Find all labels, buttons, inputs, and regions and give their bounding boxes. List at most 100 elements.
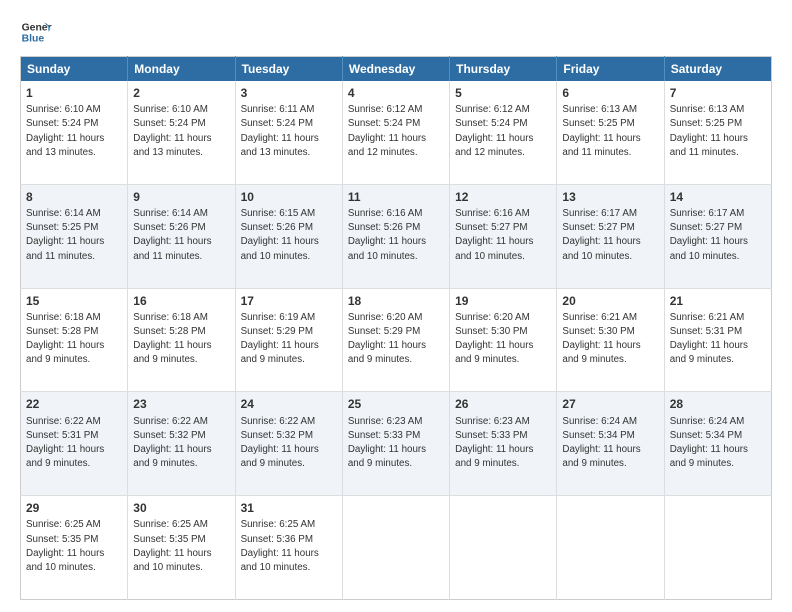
day-number: 23 xyxy=(133,396,229,412)
day-number: 29 xyxy=(26,500,122,516)
cell-text: Sunrise: 6:22 AMSunset: 5:32 PMDaylight:… xyxy=(133,416,211,470)
day-number: 27 xyxy=(562,396,658,412)
cell-text: Sunrise: 6:23 AMSunset: 5:33 PMDaylight:… xyxy=(348,416,426,470)
calendar-cell: 4 Sunrise: 6:12 AMSunset: 5:24 PMDayligh… xyxy=(342,81,449,184)
calendar-cell: 28 Sunrise: 6:24 AMSunset: 5:34 PMDaylig… xyxy=(664,392,771,496)
calendar-week-row: 8 Sunrise: 6:14 AMSunset: 5:25 PMDayligh… xyxy=(21,184,772,288)
day-number: 7 xyxy=(670,85,766,101)
day-number: 10 xyxy=(241,189,337,205)
calendar-cell: 11 Sunrise: 6:16 AMSunset: 5:26 PMDaylig… xyxy=(342,184,449,288)
day-number: 15 xyxy=(26,293,122,309)
cell-text: Sunrise: 6:12 AMSunset: 5:24 PMDaylight:… xyxy=(455,104,533,158)
cell-text: Sunrise: 6:14 AMSunset: 5:25 PMDaylight:… xyxy=(26,208,104,262)
calendar-header-row: SundayMondayTuesdayWednesdayThursdayFrid… xyxy=(21,57,772,82)
cell-text: Sunrise: 6:10 AMSunset: 5:24 PMDaylight:… xyxy=(26,104,104,158)
logo: General Blue xyxy=(20,16,58,48)
calendar-cell: 21 Sunrise: 6:21 AMSunset: 5:31 PMDaylig… xyxy=(664,288,771,392)
cell-text: Sunrise: 6:10 AMSunset: 5:24 PMDaylight:… xyxy=(133,104,211,158)
day-number: 30 xyxy=(133,500,229,516)
calendar-cell: 6 Sunrise: 6:13 AMSunset: 5:25 PMDayligh… xyxy=(557,81,664,184)
calendar-cell: 15 Sunrise: 6:18 AMSunset: 5:28 PMDaylig… xyxy=(21,288,128,392)
svg-text:General: General xyxy=(22,22,52,33)
day-number: 2 xyxy=(133,85,229,101)
cell-text: Sunrise: 6:12 AMSunset: 5:24 PMDaylight:… xyxy=(348,104,426,158)
calendar-day-header: Friday xyxy=(557,57,664,82)
cell-text: Sunrise: 6:14 AMSunset: 5:26 PMDaylight:… xyxy=(133,208,211,262)
calendar-cell: 29 Sunrise: 6:25 AMSunset: 5:35 PMDaylig… xyxy=(21,496,128,600)
day-number: 6 xyxy=(562,85,658,101)
calendar-cell: 1 Sunrise: 6:10 AMSunset: 5:24 PMDayligh… xyxy=(21,81,128,184)
calendar-cell xyxy=(664,496,771,600)
calendar-cell: 14 Sunrise: 6:17 AMSunset: 5:27 PMDaylig… xyxy=(664,184,771,288)
cell-text: Sunrise: 6:20 AMSunset: 5:29 PMDaylight:… xyxy=(348,312,426,366)
cell-text: Sunrise: 6:18 AMSunset: 5:28 PMDaylight:… xyxy=(26,312,104,366)
day-number: 8 xyxy=(26,189,122,205)
day-number: 19 xyxy=(455,293,551,309)
cell-text: Sunrise: 6:17 AMSunset: 5:27 PMDaylight:… xyxy=(670,208,748,262)
page: General Blue SundayMondayTuesdayWednesda… xyxy=(0,0,792,612)
calendar-week-row: 15 Sunrise: 6:18 AMSunset: 5:28 PMDaylig… xyxy=(21,288,772,392)
cell-text: Sunrise: 6:16 AMSunset: 5:26 PMDaylight:… xyxy=(348,208,426,262)
calendar-day-header: Saturday xyxy=(664,57,771,82)
calendar-cell: 31 Sunrise: 6:25 AMSunset: 5:36 PMDaylig… xyxy=(235,496,342,600)
calendar-cell: 25 Sunrise: 6:23 AMSunset: 5:33 PMDaylig… xyxy=(342,392,449,496)
day-number: 4 xyxy=(348,85,444,101)
day-number: 28 xyxy=(670,396,766,412)
cell-text: Sunrise: 6:24 AMSunset: 5:34 PMDaylight:… xyxy=(562,416,640,470)
day-number: 26 xyxy=(455,396,551,412)
cell-text: Sunrise: 6:23 AMSunset: 5:33 PMDaylight:… xyxy=(455,416,533,470)
calendar-cell: 18 Sunrise: 6:20 AMSunset: 5:29 PMDaylig… xyxy=(342,288,449,392)
logo-icon: General Blue xyxy=(20,16,52,48)
cell-text: Sunrise: 6:22 AMSunset: 5:31 PMDaylight:… xyxy=(26,416,104,470)
cell-text: Sunrise: 6:11 AMSunset: 5:24 PMDaylight:… xyxy=(241,104,319,158)
day-number: 22 xyxy=(26,396,122,412)
svg-text:Blue: Blue xyxy=(22,34,45,45)
calendar-cell xyxy=(557,496,664,600)
cell-text: Sunrise: 6:25 AMSunset: 5:36 PMDaylight:… xyxy=(241,519,319,573)
calendar-cell: 3 Sunrise: 6:11 AMSunset: 5:24 PMDayligh… xyxy=(235,81,342,184)
calendar-week-row: 22 Sunrise: 6:22 AMSunset: 5:31 PMDaylig… xyxy=(21,392,772,496)
day-number: 14 xyxy=(670,189,766,205)
calendar-cell: 22 Sunrise: 6:22 AMSunset: 5:31 PMDaylig… xyxy=(21,392,128,496)
calendar-day-header: Thursday xyxy=(450,57,557,82)
cell-text: Sunrise: 6:13 AMSunset: 5:25 PMDaylight:… xyxy=(670,104,748,158)
day-number: 16 xyxy=(133,293,229,309)
day-number: 1 xyxy=(26,85,122,101)
calendar-day-header: Tuesday xyxy=(235,57,342,82)
day-number: 5 xyxy=(455,85,551,101)
cell-text: Sunrise: 6:25 AMSunset: 5:35 PMDaylight:… xyxy=(133,519,211,573)
day-number: 13 xyxy=(562,189,658,205)
cell-text: Sunrise: 6:15 AMSunset: 5:26 PMDaylight:… xyxy=(241,208,319,262)
cell-text: Sunrise: 6:18 AMSunset: 5:28 PMDaylight:… xyxy=(133,312,211,366)
calendar-table: SundayMondayTuesdayWednesdayThursdayFrid… xyxy=(20,56,772,600)
calendar-cell xyxy=(450,496,557,600)
header: General Blue xyxy=(20,16,772,48)
calendar-cell: 7 Sunrise: 6:13 AMSunset: 5:25 PMDayligh… xyxy=(664,81,771,184)
calendar-cell: 23 Sunrise: 6:22 AMSunset: 5:32 PMDaylig… xyxy=(128,392,235,496)
day-number: 20 xyxy=(562,293,658,309)
calendar-cell: 27 Sunrise: 6:24 AMSunset: 5:34 PMDaylig… xyxy=(557,392,664,496)
calendar-cell: 13 Sunrise: 6:17 AMSunset: 5:27 PMDaylig… xyxy=(557,184,664,288)
calendar-cell: 17 Sunrise: 6:19 AMSunset: 5:29 PMDaylig… xyxy=(235,288,342,392)
calendar-cell: 20 Sunrise: 6:21 AMSunset: 5:30 PMDaylig… xyxy=(557,288,664,392)
day-number: 3 xyxy=(241,85,337,101)
calendar-cell: 9 Sunrise: 6:14 AMSunset: 5:26 PMDayligh… xyxy=(128,184,235,288)
cell-text: Sunrise: 6:25 AMSunset: 5:35 PMDaylight:… xyxy=(26,519,104,573)
cell-text: Sunrise: 6:21 AMSunset: 5:31 PMDaylight:… xyxy=(670,312,748,366)
calendar-week-row: 29 Sunrise: 6:25 AMSunset: 5:35 PMDaylig… xyxy=(21,496,772,600)
calendar-cell: 5 Sunrise: 6:12 AMSunset: 5:24 PMDayligh… xyxy=(450,81,557,184)
day-number: 17 xyxy=(241,293,337,309)
day-number: 21 xyxy=(670,293,766,309)
calendar-day-header: Wednesday xyxy=(342,57,449,82)
cell-text: Sunrise: 6:22 AMSunset: 5:32 PMDaylight:… xyxy=(241,416,319,470)
cell-text: Sunrise: 6:19 AMSunset: 5:29 PMDaylight:… xyxy=(241,312,319,366)
day-number: 25 xyxy=(348,396,444,412)
calendar-day-header: Sunday xyxy=(21,57,128,82)
day-number: 24 xyxy=(241,396,337,412)
cell-text: Sunrise: 6:24 AMSunset: 5:34 PMDaylight:… xyxy=(670,416,748,470)
cell-text: Sunrise: 6:16 AMSunset: 5:27 PMDaylight:… xyxy=(455,208,533,262)
calendar-week-row: 1 Sunrise: 6:10 AMSunset: 5:24 PMDayligh… xyxy=(21,81,772,184)
calendar-day-header: Monday xyxy=(128,57,235,82)
day-number: 12 xyxy=(455,189,551,205)
calendar-cell: 19 Sunrise: 6:20 AMSunset: 5:30 PMDaylig… xyxy=(450,288,557,392)
